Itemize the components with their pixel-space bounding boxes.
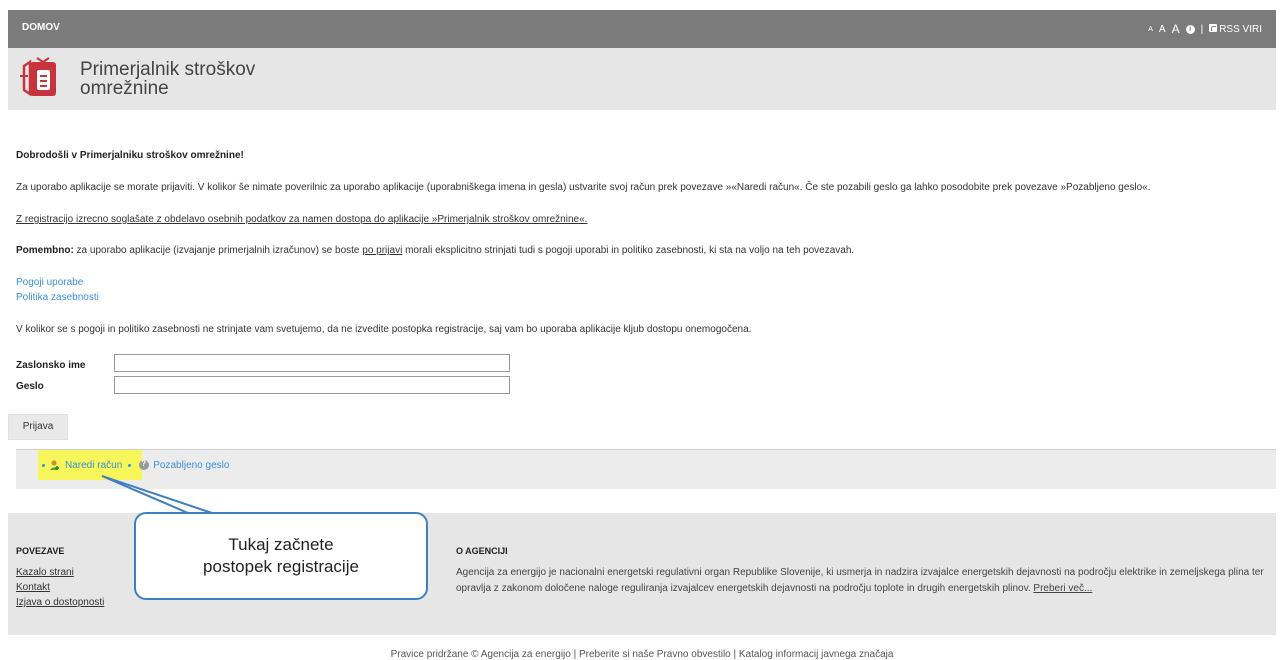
bullet-icon — [128, 463, 132, 467]
create-account-link[interactable]: Naredi račun — [65, 460, 122, 471]
important-text-b: morali eksplicitno strinjati tudi s pogo… — [402, 245, 855, 256]
site-title-line1: Primerjalnik stroškov — [80, 59, 256, 80]
site-title[interactable]: Primerjalnik stroškov omrežnine — [80, 60, 255, 98]
home-link[interactable]: DOMOV — [22, 22, 60, 33]
top-navigation-bar: DOMOV A A A i | RSS VIRI — [8, 10, 1276, 48]
after-login-link[interactable]: po prijavi — [362, 245, 402, 256]
username-input[interactable] — [114, 354, 510, 372]
consent-paragraph: Z registracijo izrecno soglašate z obdel… — [16, 214, 588, 225]
terms-of-use-link[interactable]: Pogoji uporabe — [16, 277, 83, 288]
password-label: Geslo — [16, 381, 44, 392]
callout-line1: Tukaj začnete — [228, 535, 334, 554]
warning-paragraph: V kolikor se s pogoji in politiko zasebn… — [16, 324, 752, 335]
site-title-line2: omrežnine — [80, 78, 169, 99]
separator: | — [1200, 23, 1204, 35]
intro-paragraph: Za uporabo aplikacije se morate prijavit… — [16, 182, 1151, 193]
footer-link-accessibility[interactable]: Izjava o dostopnosti — [16, 597, 104, 608]
footer-about-text: Agencija za energijo je nacionalni energ… — [456, 565, 1266, 597]
footer-link-sitemap[interactable]: Kazalo strani — [16, 567, 74, 578]
rss-label: RSS VIRI — [1219, 23, 1262, 35]
bullet-icon — [42, 463, 45, 467]
password-input[interactable] — [114, 376, 510, 394]
username-label: Zaslonsko ime — [16, 360, 86, 371]
user-add-icon — [50, 460, 59, 470]
logo-icon[interactable] — [18, 56, 58, 100]
info-icon[interactable]: i — [1185, 24, 1195, 34]
welcome-heading: Dobrodošli v Primerjalniku stroškov omre… — [16, 150, 244, 161]
rss-link[interactable]: RSS VIRI — [1209, 23, 1262, 35]
rss-icon — [1209, 23, 1218, 32]
accessibility-tools: A A A i | RSS VIRI — [1148, 22, 1262, 36]
copyright-line: Pravice pridržane © Agencija za energijo… — [390, 649, 894, 660]
read-more-link[interactable]: Preberi več... — [1033, 583, 1092, 594]
about-body: Agencija za energijo je nacionalni energ… — [456, 567, 1264, 594]
privacy-policy-link[interactable]: Politika zasebnosti — [16, 292, 99, 303]
callout-line2: postopek registracije — [203, 557, 359, 576]
login-button[interactable]: Prijava — [8, 414, 68, 440]
site-header: Primerjalnik stroškov omrežnine — [8, 48, 1276, 110]
font-size-medium-button[interactable]: A — [1159, 24, 1166, 35]
help-icon — [139, 459, 150, 470]
account-actions: Naredi račun Pozabljeno geslo — [42, 459, 229, 471]
footer-links-heading: POVEZAVE — [16, 546, 65, 556]
footer-link-contact[interactable]: Kontakt — [16, 582, 50, 593]
font-size-large-button[interactable]: A — [1172, 22, 1180, 36]
callout-box: Tukaj začnete postopek registracije — [134, 512, 428, 600]
important-label: Pomembno: — [16, 245, 74, 256]
footer-about-heading: O AGENCIJI — [456, 546, 508, 556]
font-size-small-button[interactable]: A — [1148, 26, 1153, 33]
important-text-a: za uporabo aplikacije (izvajanje primerj… — [73, 245, 363, 256]
important-paragraph: Pomembno: za uporabo aplikacije (izvajan… — [16, 245, 854, 256]
forgot-password-link[interactable]: Pozabljeno geslo — [153, 460, 229, 471]
